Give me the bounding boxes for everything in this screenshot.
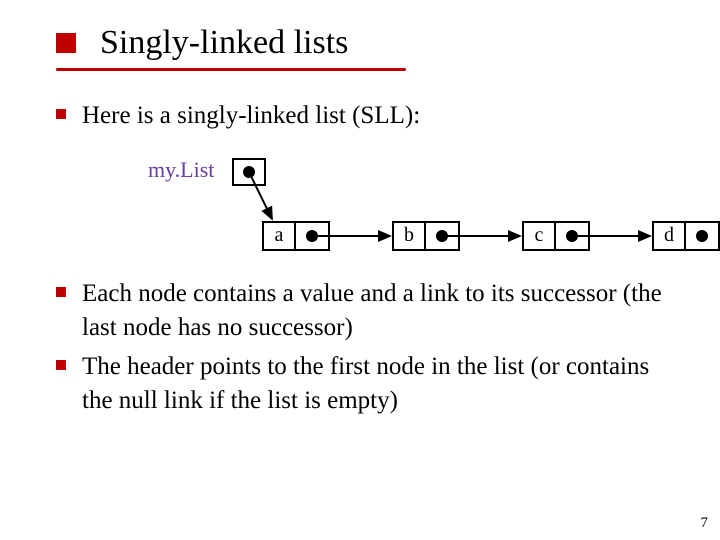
bullet-item: Each node contains a value and a link to… [56, 277, 680, 345]
bullet-marker [56, 287, 66, 297]
node-a: a [262, 221, 330, 251]
node-value: b [394, 223, 426, 249]
pointer-dot [243, 166, 255, 178]
node-value: a [264, 223, 296, 249]
bullet-marker [56, 360, 66, 370]
node-pointer [556, 223, 588, 249]
pointer-dot [566, 230, 578, 242]
header-label: my.List [148, 157, 214, 183]
bullet-item: Here is a singly-linked list (SLL): [56, 99, 680, 133]
node-pointer [296, 223, 328, 249]
pointer-dot [306, 230, 318, 242]
slide-title-row: Singly-linked lists [0, 0, 720, 66]
node-value: c [524, 223, 556, 249]
page-number: 7 [701, 515, 709, 532]
bullet-item: The header points to the first node in t… [56, 350, 680, 418]
header-pointer-box [232, 158, 266, 186]
node-c: c [522, 221, 590, 251]
pointer-dot [436, 230, 448, 242]
pointer-dot [696, 230, 708, 242]
bullet-text: Each node contains a value and a link to… [82, 277, 680, 345]
node-value: d [654, 223, 686, 249]
content-area: Here is a singly-linked list (SLL): my.L… [0, 71, 720, 418]
node-pointer [686, 223, 718, 249]
node-d: d [652, 221, 720, 251]
node-b: b [392, 221, 460, 251]
bullet-text: The header points to the first node in t… [82, 350, 680, 418]
bullet-marker [56, 109, 66, 119]
slide-title: Singly-linked lists [100, 24, 348, 62]
linked-list-diagram: my.List a b c d [56, 143, 680, 273]
title-bullet-square [56, 33, 76, 53]
bullet-text: Here is a singly-linked list (SLL): [82, 99, 420, 133]
node-pointer [426, 223, 458, 249]
